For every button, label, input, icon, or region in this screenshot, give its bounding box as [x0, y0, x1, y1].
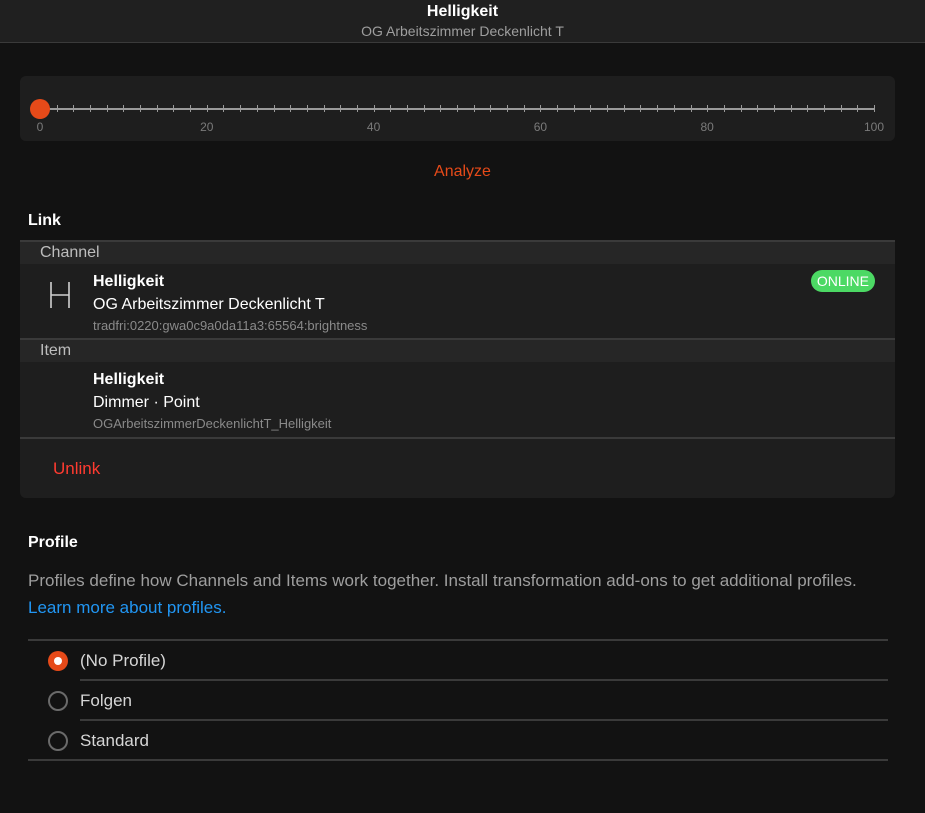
- brightness-slider-knob[interactable]: [30, 99, 50, 119]
- slider-tick: [757, 105, 759, 112]
- navbar: Helligkeit OG Arbeitszimmer Deckenlicht …: [0, 0, 925, 43]
- slider-tick-label: 60: [533, 120, 548, 134]
- slider-tick-label: 80: [700, 120, 714, 134]
- slider-tick-label: 20: [200, 120, 214, 134]
- item-subtitle: Dimmer · Point: [93, 394, 200, 411]
- slider-tick: [657, 105, 659, 112]
- slider-tick-label: 0: [36, 120, 44, 134]
- slider-tick: [507, 105, 509, 112]
- slider-tick: [140, 105, 142, 112]
- radio-unchecked-icon[interactable]: [48, 691, 68, 711]
- slider-tick: [590, 105, 592, 112]
- channel-subtitle: OG Arbeitszimmer Deckenlicht T: [93, 296, 325, 313]
- profile-option-no-profile[interactable]: (No Profile): [28, 641, 888, 681]
- slider-tick: [874, 105, 875, 112]
- slider-tick: [640, 105, 642, 112]
- slider-tick: [523, 105, 525, 112]
- slider-tick: [123, 105, 125, 112]
- item-name: OGArbeitszimmerDeckenlichtT_Helligkeit: [93, 416, 332, 431]
- status-badge: ONLINE: [810, 270, 875, 292]
- channel-group-header: Channel: [20, 240, 895, 264]
- radio-unchecked-icon[interactable]: [48, 731, 68, 751]
- learn-more-link[interactable]: Learn more about profiles.: [28, 598, 226, 618]
- slider-tick: [823, 105, 825, 112]
- slider-tick: [623, 105, 625, 112]
- slider-tick-label: 100: [863, 120, 885, 134]
- profile-section-title: Profile: [28, 534, 78, 551]
- link-section-title: Link: [28, 212, 61, 229]
- slider-tick: [673, 105, 675, 112]
- slider-tick: [390, 105, 392, 112]
- slider-tick: [73, 105, 75, 112]
- link-card: Channel Helligkeit OG Arbeitszimmer Deck…: [20, 240, 895, 498]
- item-title: Helligkeit: [93, 371, 165, 388]
- slider-tick: [273, 105, 275, 112]
- slider-tick: [206, 105, 208, 112]
- radio-checked-icon[interactable]: [48, 651, 68, 671]
- slider-tick: [490, 105, 492, 112]
- slider-tick: [473, 105, 475, 112]
- slider-tick: [240, 105, 242, 112]
- item-group-header: Item: [20, 338, 895, 362]
- slider-tick: [340, 105, 342, 112]
- slider-tick: [707, 105, 709, 112]
- slider-tick: [90, 105, 92, 112]
- slider-tick: [740, 105, 742, 112]
- profile-option-label: Standard: [80, 731, 149, 750]
- slider-tick: [690, 105, 692, 112]
- slider-tick: [573, 105, 575, 112]
- slider-tick: [56, 105, 58, 112]
- slider-tick: [723, 105, 725, 112]
- profile-option-standard[interactable]: Standard: [28, 721, 888, 761]
- divider: [20, 437, 895, 439]
- unlink-button[interactable]: Unlink: [53, 459, 100, 479]
- slider-tick: [356, 105, 358, 112]
- slider-tick: [423, 105, 425, 112]
- slider-tick: [323, 105, 325, 112]
- slider-tick-label: 40: [366, 120, 381, 134]
- slider-tick: [607, 105, 609, 112]
- slider-tick: [106, 105, 108, 112]
- divider: [28, 759, 888, 761]
- slider-tick: [406, 105, 408, 112]
- profile-option-folgen[interactable]: Folgen: [28, 681, 888, 721]
- profile-description: Profiles define how Channels and Items w…: [28, 571, 857, 590]
- slider-tick: [457, 105, 458, 112]
- slider-tick: [290, 105, 292, 112]
- slider-tick: [440, 105, 442, 112]
- slider-tick: [557, 105, 559, 112]
- slider-tick: [173, 105, 175, 112]
- slider-tick: [790, 105, 792, 112]
- slider-tick: [773, 105, 775, 112]
- page-subtitle: OG Arbeitszimmer Deckenlicht T: [361, 23, 564, 39]
- slider-tick: [807, 105, 809, 112]
- channel-title: Helligkeit: [93, 273, 165, 290]
- slider-tick: [306, 105, 308, 112]
- slider-tick: [190, 105, 192, 112]
- channel-uid: tradfri:0220:gwa0c9a0da11a3:65564:bright…: [93, 318, 368, 333]
- slider-tick: [857, 105, 859, 112]
- slider-tick: [540, 105, 542, 112]
- slider-tick: [156, 105, 158, 112]
- analyze-button[interactable]: Analyze: [0, 163, 925, 181]
- slider-tick: [373, 105, 375, 112]
- slider-tick: [256, 105, 258, 112]
- profile-radio-list: (No Profile) Folgen Standard: [28, 639, 888, 761]
- profile-option-label: Folgen: [80, 691, 132, 710]
- page-title: Helligkeit: [426, 3, 499, 20]
- brightness-slider-card: 0 20 40 60 80 100: [20, 76, 895, 141]
- slider-tick: [840, 105, 842, 112]
- profile-option-label: (No Profile): [80, 651, 166, 670]
- channel-h-icon: [50, 282, 70, 308]
- slider-tick: [223, 105, 225, 112]
